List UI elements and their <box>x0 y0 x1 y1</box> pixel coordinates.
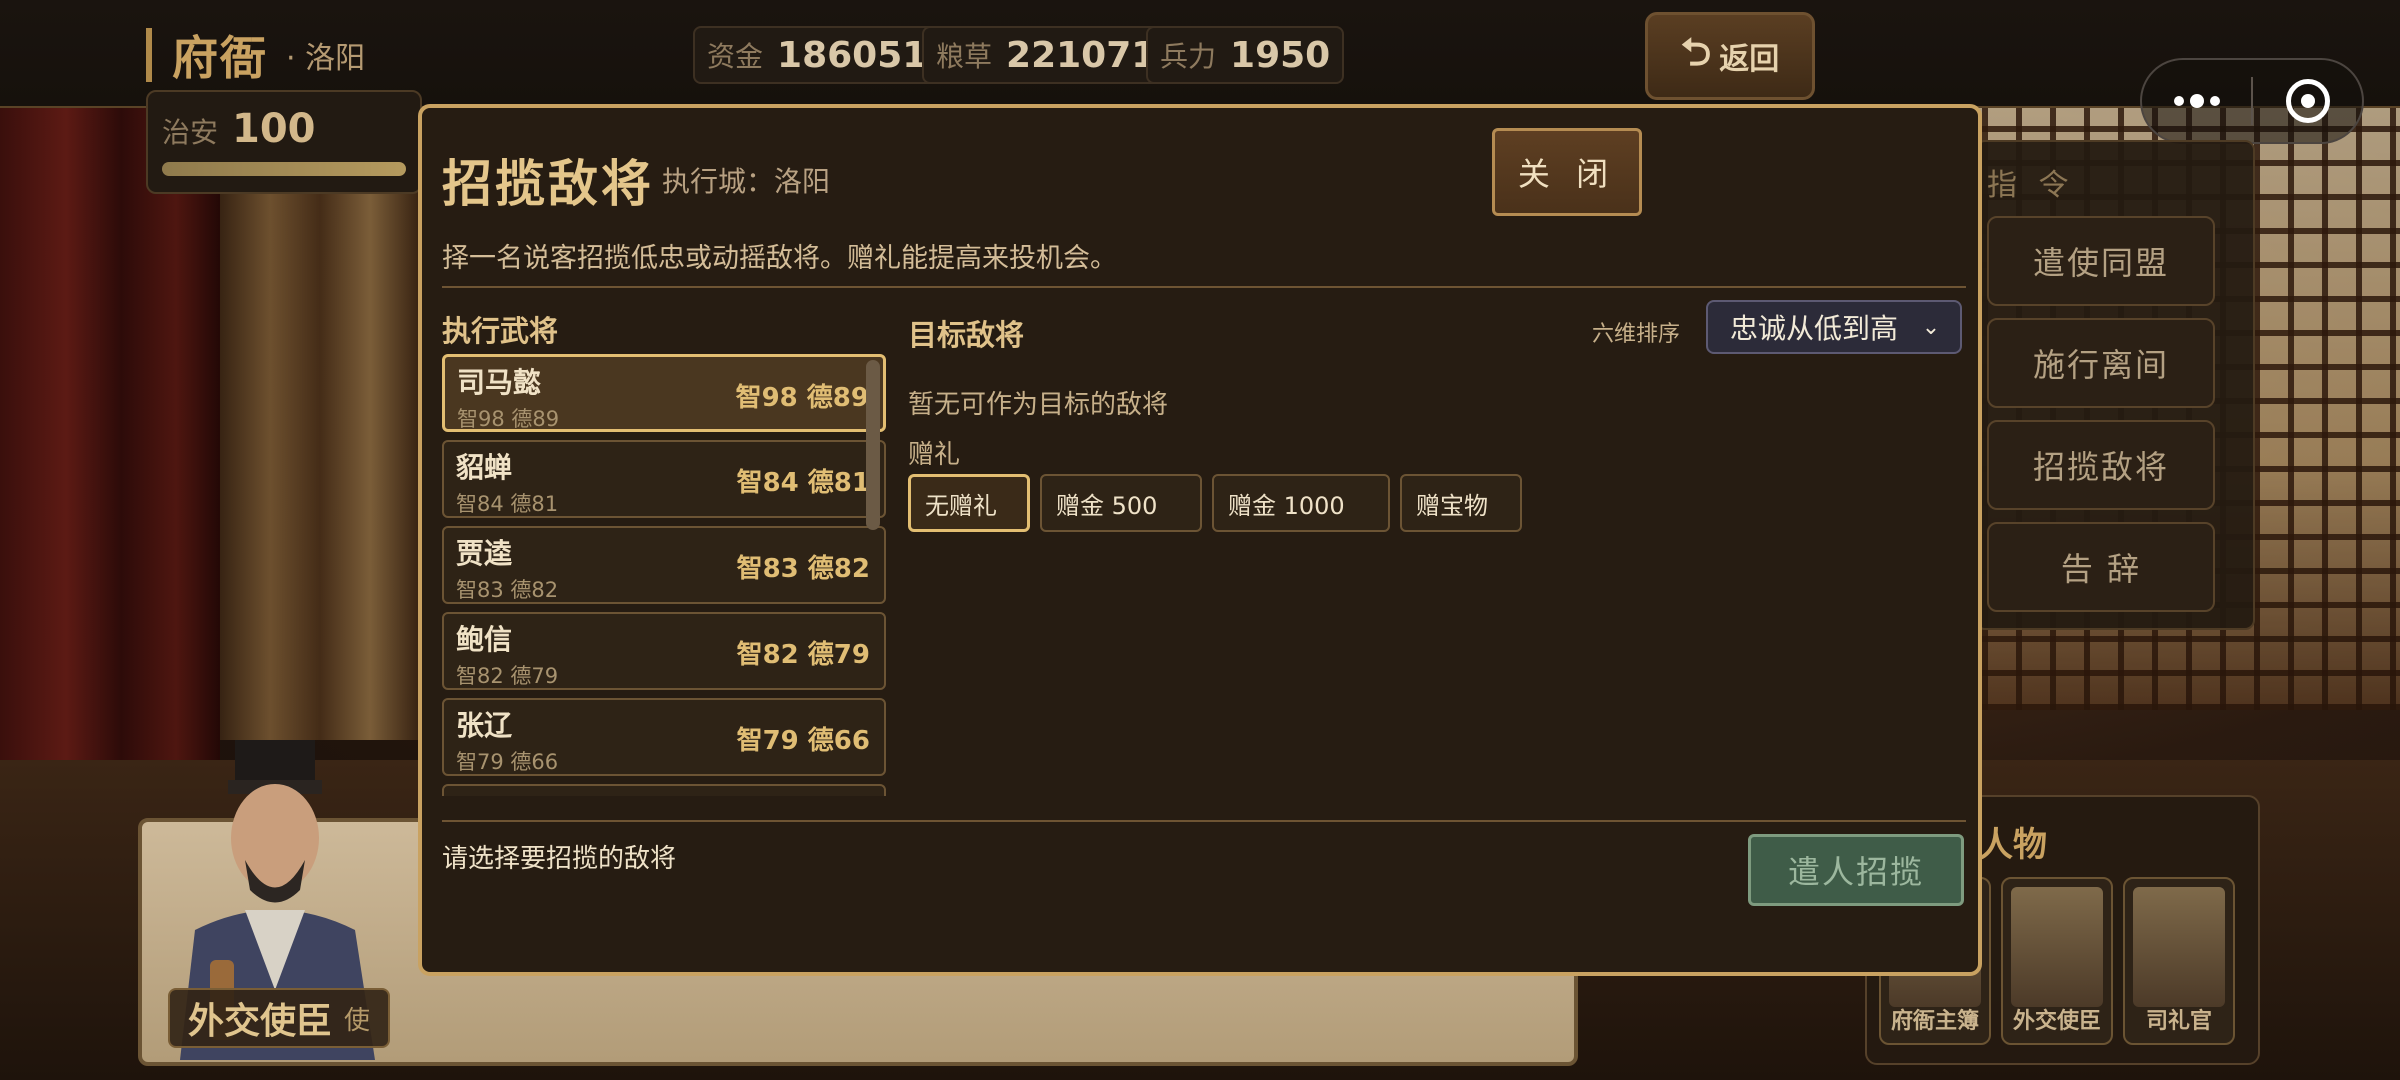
general-item[interactable]: 贾逵 智83 德82 智83 德82 <box>442 526 886 604</box>
dialog-description: 择一名说客招揽低忠或动摇敌将。赠礼能提高来投机会。 <box>442 243 1117 274</box>
security-label: 治安 <box>162 116 219 149</box>
security-panel: 治安 100 <box>146 90 422 194</box>
security-value: 100 <box>232 106 316 152</box>
target-circle-icon <box>2285 79 2330 123</box>
person-name: 府衙主簿 <box>1890 1009 1979 1034</box>
character-tag: 使 <box>344 1005 371 1036</box>
general-sub: 智84 德81 <box>456 492 559 516</box>
general-item[interactable]: 司马懿 智98 德89 智98 德89 <box>442 354 886 432</box>
general-sub: 智79 德66 <box>456 750 559 774</box>
security-bar-fill <box>162 162 406 176</box>
gift-option-treasure[interactable]: 赠宝物 <box>1400 474 1522 532</box>
general-name: 貂蝉 <box>456 451 513 484</box>
character-nameplate: 外交使臣 使 <box>168 988 390 1048</box>
person-name: 司礼官 <box>2145 1009 2212 1034</box>
resource-value: 1950 <box>1230 34 1331 76</box>
general-name: 朱儁 <box>456 790 512 796</box>
exec-generals-title: 执行武将 <box>442 314 559 348</box>
general-name: 司马懿 <box>457 366 542 399</box>
back-arrow-icon: ⮌ <box>1680 29 1712 74</box>
gift-option-none[interactable]: 无赠礼 <box>908 474 1030 532</box>
person-portrait <box>2133 887 2225 1007</box>
general-name: 贾逵 <box>456 537 513 570</box>
back-button-label: 返回 <box>1719 42 1780 77</box>
command-leave-button[interactable]: 告 辞 <box>1987 522 2215 612</box>
more-menu-button[interactable] <box>2142 60 2251 142</box>
office-city: · 洛阳 <box>286 41 366 76</box>
generals-scrollbar[interactable] <box>866 360 880 530</box>
general-item[interactable]: 朱儁 <box>442 784 886 796</box>
general-name: 鲍信 <box>456 623 513 656</box>
back-button[interactable]: ⮌ 返回 <box>1645 12 1815 100</box>
gift-option-gold-1000[interactable]: 赠金 1000 <box>1212 474 1390 532</box>
sort-select[interactable]: 忠诚从低到高 ⌄ <box>1706 300 1962 354</box>
resource-funds: 资金 186051 <box>693 26 942 84</box>
office-header: 府衙 · 洛阳 <box>146 28 366 85</box>
background-drape <box>220 120 420 740</box>
general-stat: 智83 德82 <box>736 554 870 584</box>
general-sub: 智98 德89 <box>457 407 560 431</box>
general-stat: 智98 德89 <box>735 383 869 413</box>
gift-option-gold-500[interactable]: 赠金 500 <box>1040 474 1202 532</box>
sort-select-value: 忠诚从低到高 <box>1730 312 1899 345</box>
command-panel: 指 令 遣使同盟 施行离间 招揽敌将 告 辞 <box>1975 140 2255 630</box>
people-panel-title: 人物 <box>1979 825 2047 865</box>
person-name: 外交使臣 <box>2012 1009 2101 1034</box>
office-title: 府衙 <box>172 31 268 85</box>
person-card[interactable]: 司礼官 <box>2123 877 2235 1045</box>
command-panel-title: 指 令 <box>1987 168 2075 203</box>
close-button[interactable]: 关 闭 <box>1492 128 1642 216</box>
divider <box>442 286 1966 288</box>
general-stat: 智79 德66 <box>736 726 870 756</box>
general-stat: 智82 德79 <box>736 640 870 670</box>
miniprogram-capsule <box>2140 58 2364 144</box>
resource-troops: 兵力 1950 <box>1146 26 1345 84</box>
resource-label: 资金 <box>707 40 764 73</box>
person-card[interactable]: 外交使臣 <box>2001 877 2113 1045</box>
character-name: 外交使臣 <box>187 1001 332 1042</box>
resource-label: 粮草 <box>936 40 993 73</box>
exec-generals-list: 司马懿 智98 德89 智98 德89 貂蝉 智84 德81 智84 德81 贾… <box>442 354 892 796</box>
resource-grain: 粮草 221071 <box>922 26 1171 84</box>
general-item[interactable]: 鲍信 智82 德79 智82 德79 <box>442 612 886 690</box>
resource-value: 221071 <box>1006 34 1157 76</box>
general-item[interactable]: 张辽 智79 德66 智79 德66 <box>442 698 886 776</box>
general-sub: 智82 德79 <box>456 664 559 688</box>
general-name: 张辽 <box>456 709 513 742</box>
chevron-down-icon: ⌄ <box>1918 312 1944 342</box>
empty-target-message: 暂无可作为目标的敌将 <box>908 390 1169 420</box>
person-portrait <box>2011 887 2103 1007</box>
divider <box>442 820 1966 822</box>
recruit-enemy-dialog: 招揽敌将 执行城：洛阳 关 闭 择一名说客招揽低忠或动摇敌将。赠礼能提高来投机会… <box>418 104 1982 976</box>
sort-label: 六维排序 <box>1592 322 1681 347</box>
exec-city-label: 执行城：洛阳 <box>662 165 831 198</box>
command-recruit-button[interactable]: 招揽敌将 <box>1987 420 2215 510</box>
target-generals-title: 目标敌将 <box>908 318 1025 352</box>
command-sow-discord-button[interactable]: 施行离间 <box>1987 318 2215 408</box>
gift-label: 赠礼 <box>908 440 961 470</box>
send-recruit-button[interactable]: 遣人招揽 <box>1748 834 1964 906</box>
command-alliance-button[interactable]: 遣使同盟 <box>1987 216 2215 306</box>
status-message: 请选择要招揽的敌将 <box>442 844 677 874</box>
security-bar <box>162 162 406 176</box>
resource-label: 兵力 <box>1160 40 1217 73</box>
exit-button[interactable] <box>2253 60 2362 142</box>
general-item[interactable]: 貂蝉 智84 德81 智84 德81 <box>442 440 886 518</box>
general-sub: 智83 德82 <box>456 578 559 602</box>
general-stat: 智84 德81 <box>736 468 870 498</box>
dialog-title: 招揽敌将 <box>442 155 654 213</box>
resource-value: 186051 <box>777 34 928 76</box>
more-dots-icon <box>2173 94 2220 108</box>
